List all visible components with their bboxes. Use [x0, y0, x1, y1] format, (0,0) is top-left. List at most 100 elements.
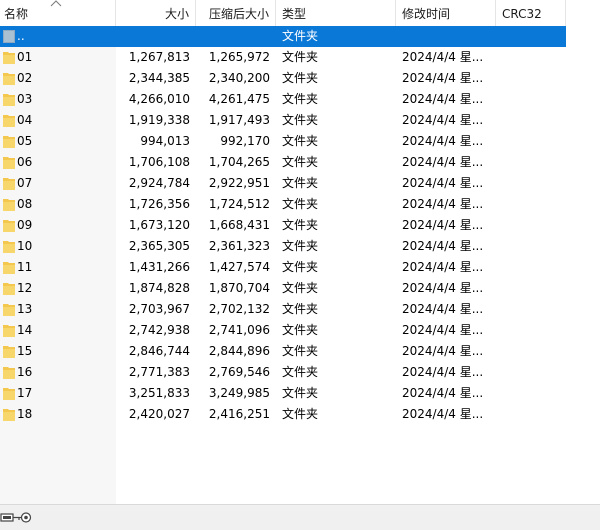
row-modified: 2024/4/4 星...: [402, 344, 484, 358]
table-row[interactable]: 12 1,874,828 1,870,704 文件夹 2024/4/4 星...: [0, 278, 600, 299]
table-row[interactable]: 09 1,673,120 1,668,431 文件夹 2024/4/4 星...: [0, 215, 600, 236]
row-type: 文件夹: [282, 365, 319, 379]
row-type: 文件夹: [282, 407, 319, 421]
file-list-rows: .. 文件夹 01 1,267,813 1,265,972 文件夹 2024/4/4 星…: [0, 26, 600, 425]
row-type: 文件夹: [282, 281, 319, 295]
table-row[interactable]: 05 994,013 992,170 文件夹 2024/4/4 星...: [0, 131, 600, 152]
folder-icon: [3, 409, 15, 421]
row-type: 文件夹: [282, 134, 319, 148]
row-packed-size: 4,261,475: [208, 92, 270, 106]
row-size: 1,706,108: [128, 155, 190, 169]
row-size: 2,365,305: [128, 239, 190, 253]
row-size: 3,251,833: [128, 386, 190, 400]
column-header-type[interactable]: 类型: [276, 0, 396, 26]
row-type: 文件夹: [282, 50, 319, 64]
folder-icon: [3, 199, 15, 211]
row-type: 文件夹: [282, 218, 319, 232]
row-modified: 2024/4/4 星...: [402, 197, 484, 211]
row-type: 文件夹: [282, 71, 319, 85]
table-row[interactable]: 06 1,706,108 1,704,265 文件夹 2024/4/4 星...: [0, 152, 600, 173]
table-row[interactable]: 16 2,771,383 2,769,546 文件夹 2024/4/4 星...: [0, 362, 600, 383]
row-modified: 2024/4/4 星...: [402, 281, 484, 295]
table-row[interactable]: 10 2,365,305 2,361,323 文件夹 2024/4/4 星...: [0, 236, 600, 257]
column-header-name[interactable]: 名称: [0, 0, 116, 26]
column-header-bar: 名称 大小 压缩后大小 类型 修改时间 CRC32: [0, 0, 600, 26]
table-row[interactable]: 15 2,846,744 2,844,896 文件夹 2024/4/4 星...: [0, 341, 600, 362]
row-type: 文件夹: [282, 92, 319, 106]
row-size: 1,874,828: [128, 281, 190, 295]
column-header-packed-size[interactable]: 压缩后大小: [196, 0, 276, 26]
row-packed-size: 1,427,574: [208, 260, 270, 274]
table-row[interactable]: 03 4,266,010 4,261,475 文件夹 2024/4/4 星...: [0, 89, 600, 110]
table-row[interactable]: 04 1,919,338 1,917,493 文件夹 2024/4/4 星...: [0, 110, 600, 131]
table-row[interactable]: 14 2,742,938 2,741,096 文件夹 2024/4/4 星...: [0, 320, 600, 341]
row-modified: 2024/4/4 星...: [402, 386, 484, 400]
table-row[interactable]: 07 2,924,784 2,922,951 文件夹 2024/4/4 星...: [0, 173, 600, 194]
row-name: 10: [17, 239, 33, 253]
folder-icon: [3, 52, 15, 64]
table-row[interactable]: 17 3,251,833 3,249,985 文件夹 2024/4/4 星...: [0, 383, 600, 404]
row-size: 1,919,338: [128, 113, 190, 127]
table-row[interactable]: 08 1,726,356 1,724,512 文件夹 2024/4/4 星...: [0, 194, 600, 215]
row-packed-size: 1,870,704: [208, 281, 270, 295]
row-type: 文件夹: [282, 155, 319, 169]
folder-icon: [3, 94, 15, 106]
table-row-parent[interactable]: .. 文件夹: [0, 26, 566, 47]
row-name: 03: [17, 92, 33, 106]
row-type: 文件夹: [282, 302, 319, 316]
row-type: 文件夹: [282, 344, 319, 358]
table-row[interactable]: 13 2,703,967 2,702,132 文件夹 2024/4/4 星...: [0, 299, 600, 320]
table-row[interactable]: 01 1,267,813 1,265,972 文件夹 2024/4/4 星...: [0, 47, 600, 68]
row-modified: 2024/4/4 星...: [402, 239, 484, 253]
row-modified: 2024/4/4 星...: [402, 155, 484, 169]
row-modified: 2024/4/4 星...: [402, 92, 484, 106]
row-name: 05: [17, 134, 33, 148]
row-packed-size: 2,741,096: [208, 323, 270, 337]
row-size: 1,431,266: [128, 260, 190, 274]
table-row[interactable]: 02 2,344,385 2,340,200 文件夹 2024/4/4 星...: [0, 68, 600, 89]
column-header-size[interactable]: 大小: [116, 0, 196, 26]
row-name: 11: [17, 260, 33, 274]
row-size: 994,013: [140, 134, 190, 148]
row-size: 1,673,120: [128, 218, 190, 232]
folder-icon: [3, 304, 15, 316]
row-modified: 2024/4/4 星...: [402, 407, 484, 421]
row-name: 02: [17, 71, 33, 85]
row-packed-size: 2,361,323: [208, 239, 270, 253]
status-bar: [0, 504, 600, 530]
row-modified: 2024/4/4 星...: [402, 71, 484, 85]
row-name: 01: [17, 50, 33, 64]
row-modified: 2024/4/4 星...: [402, 113, 484, 127]
row-packed-size: 2,769,546: [208, 365, 270, 379]
folder-icon: [3, 388, 15, 400]
row-name: 07: [17, 176, 33, 190]
column-header-type-label: 类型: [282, 7, 307, 21]
column-header-crc32[interactable]: CRC32: [496, 0, 566, 26]
folder-icon: [3, 157, 15, 169]
column-header-size-label: 大小: [164, 7, 189, 21]
row-name: 18: [17, 407, 33, 421]
row-size: 2,742,938: [128, 323, 190, 337]
row-size: 2,420,027: [128, 407, 190, 421]
column-header-packed-size-label: 压缩后大小: [208, 7, 269, 21]
folder-icon: [3, 367, 15, 379]
row-size: 2,846,744: [128, 344, 190, 358]
drive-key-icon: [0, 512, 32, 523]
row-type: 文件夹: [282, 29, 319, 43]
table-row[interactable]: 11 1,431,266 1,427,574 文件夹 2024/4/4 星...: [0, 257, 600, 278]
row-size: 1,267,813: [128, 50, 190, 64]
row-type: 文件夹: [282, 197, 319, 211]
row-name: 12: [17, 281, 33, 295]
table-row[interactable]: 18 2,420,027 2,416,251 文件夹 2024/4/4 星...: [0, 404, 600, 425]
archive-file-list: 名称 大小 压缩后大小 类型 修改时间 CRC32 .. 文件夹 01 1,26…: [0, 0, 600, 530]
row-modified: 2024/4/4 星...: [402, 218, 484, 232]
row-packed-size: 1,724,512: [208, 197, 270, 211]
folder-icon: [3, 73, 15, 85]
folder-icon: [3, 241, 15, 253]
row-packed-size: 2,416,251: [208, 407, 270, 421]
column-header-name-label: 名称: [4, 7, 29, 21]
row-name: 09: [17, 218, 33, 232]
row-modified: 2024/4/4 星...: [402, 50, 484, 64]
column-header-modified[interactable]: 修改时间: [396, 0, 496, 26]
folder-icon: [3, 136, 15, 148]
